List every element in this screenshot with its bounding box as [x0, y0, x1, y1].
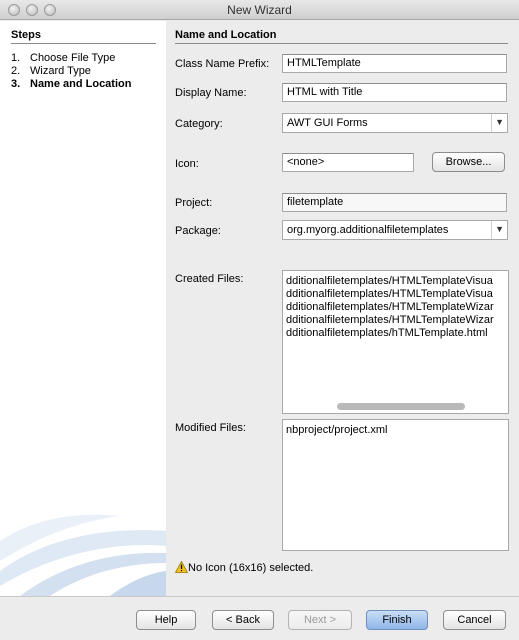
title-bar: New Wizard [0, 0, 519, 20]
list-item: dditionalfiletemplates/HTMLTemplateWizar [286, 314, 494, 326]
project-input[interactable]: filetemplate [282, 193, 507, 212]
step-choose-file-type: 1. Choose File Type [11, 52, 116, 64]
chevron-down-icon: ▼ [495, 117, 504, 127]
chevron-down-icon: ▼ [495, 224, 504, 234]
horizontal-scrollbar[interactable] [285, 402, 506, 411]
cancel-button[interactable]: Cancel [443, 610, 506, 630]
finish-button[interactable]: Finish [366, 610, 428, 630]
next-button[interactable]: Next > [288, 610, 352, 630]
created-files-list[interactable]: dditionalfiletemplates/HTMLTemplateVisua… [282, 270, 509, 414]
icon-input[interactable]: <none> [282, 153, 414, 172]
list-item: dditionalfiletemplates/HTMLTemplateVisua [286, 288, 493, 300]
package-combo[interactable]: org.myorg.additionalfiletemplates ▼ [282, 220, 508, 240]
back-button[interactable]: < Back [212, 610, 274, 630]
window-title: New Wizard [227, 3, 292, 17]
warning-message: No Icon (16x16) selected. [174, 560, 314, 574]
button-bar: Help < Back Next > Finish Cancel [0, 596, 519, 640]
category-select[interactable]: AWT GUI Forms ▼ [282, 113, 508, 133]
class-name-prefix-label: Class Name Prefix: [175, 58, 270, 70]
scrollbar-thumb[interactable] [337, 403, 465, 410]
steps-panel: Steps 1. Choose File Type 2. Wizard Type 3… [0, 21, 166, 596]
warning-icon [174, 560, 189, 573]
step-wizard-type: 2. Wizard Type [11, 65, 91, 77]
class-name-prefix-input[interactable]: HTMLTemplate [282, 54, 507, 73]
name-and-location-panel: Name and Location Class Name Prefix: HTM… [166, 21, 519, 596]
wizard-watermark-graphic [0, 514, 166, 596]
steps-title: Steps [11, 29, 156, 44]
list-item: dditionalfiletemplates/hTMLTemplate.html [286, 327, 488, 339]
list-item: dditionalfiletemplates/HTMLTemplateVisua [286, 275, 493, 287]
help-button[interactable]: Help [136, 610, 196, 630]
list-item: nbproject/project.xml [286, 424, 388, 436]
modified-files-label: Modified Files: [175, 422, 246, 434]
browse-button[interactable]: Browse... [432, 152, 505, 172]
package-label: Package: [175, 225, 221, 237]
warning-text: No Icon (16x16) selected. [188, 562, 314, 574]
display-name-label: Display Name: [175, 87, 247, 99]
category-label: Category: [175, 118, 223, 130]
step-name-and-location: 3. Name and Location [11, 78, 132, 90]
project-label: Project: [175, 197, 213, 209]
section-title: Name and Location [175, 29, 508, 44]
created-files-label: Created Files: [175, 273, 244, 285]
icon-label: Icon: [175, 158, 199, 170]
list-item: dditionalfiletemplates/HTMLTemplateWizar [286, 301, 494, 313]
modified-files-list[interactable]: nbproject/project.xml [282, 419, 509, 551]
display-name-input[interactable]: HTML with Title [282, 83, 507, 102]
